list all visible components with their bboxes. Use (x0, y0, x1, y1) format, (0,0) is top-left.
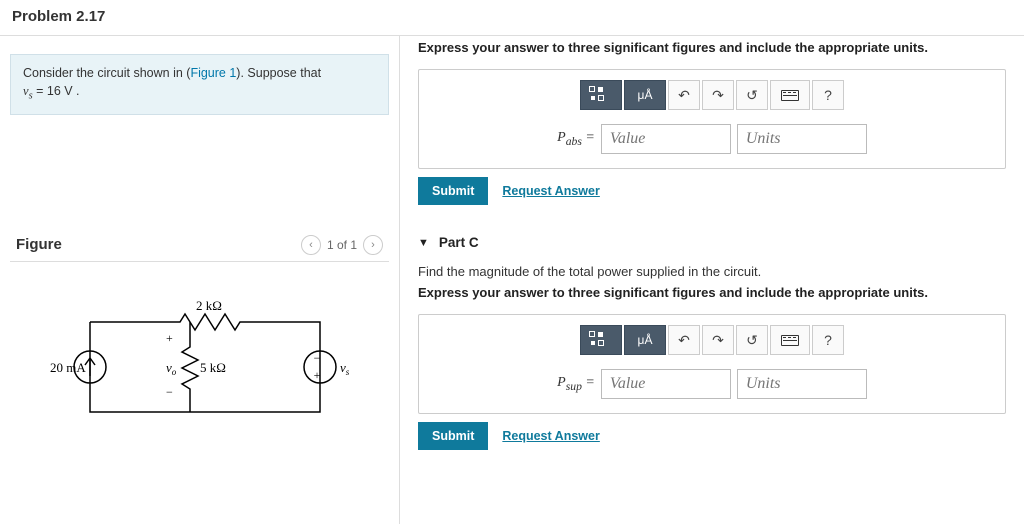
svg-text:2 kΩ: 2 kΩ (196, 298, 222, 313)
lhs-pabs: Pabs = (557, 130, 595, 148)
part-c-label: Part C (439, 235, 479, 250)
inputs-pabs: Pabs = (431, 124, 993, 154)
instruction-b: Express your answer to three significant… (418, 40, 1006, 55)
request-answer-pabs[interactable]: Request Answer (502, 184, 599, 198)
value-input-psup[interactable] (601, 369, 731, 399)
figure-prev-button[interactable]: ‹ (301, 235, 321, 255)
var-vs: vs (23, 84, 33, 98)
keyboard-button[interactable] (770, 80, 810, 110)
help-button[interactable]: ? (812, 80, 844, 110)
submit-button-psup[interactable]: Submit (418, 422, 488, 450)
svg-text:+: + (313, 368, 320, 382)
submit-button-pabs[interactable]: Submit (418, 177, 488, 205)
main: Consider the circuit shown in (Figure 1)… (0, 36, 1024, 524)
instruction-c: Express your answer to three significant… (418, 285, 1006, 300)
svg-text:−: − (166, 385, 173, 399)
help-button-c[interactable]: ? (812, 325, 844, 355)
figure-header: Figure ‹ 1 of 1 › (10, 235, 389, 262)
collapse-icon: ▼ (418, 237, 429, 249)
given-value: = 16 V . (33, 84, 80, 98)
units-picker-button[interactable]: μÅ (624, 80, 666, 110)
svg-text:vo: vo (166, 360, 177, 377)
circuit-svg: 20 mA 2 kΩ 5 kΩ + vo − − + vs (40, 292, 360, 442)
right-column: Express your answer to three significant… (400, 36, 1024, 524)
part-c-question: Find the magnitude of the total power su… (418, 264, 1006, 279)
templates-button-c[interactable] (580, 325, 622, 355)
undo-button[interactable]: ↶ (668, 80, 700, 110)
request-answer-psup[interactable]: Request Answer (502, 429, 599, 443)
svg-text:+: + (166, 331, 173, 345)
figure-next-button[interactable]: › (363, 235, 383, 255)
units-input-psup[interactable] (737, 369, 867, 399)
keyboard-button-c[interactable] (770, 325, 810, 355)
undo-button-c[interactable]: ↶ (668, 325, 700, 355)
toolbar-pabs: μÅ ↶ ↷ ↺ ? (431, 80, 993, 110)
templates-icon (589, 331, 613, 349)
svg-text:−: − (313, 351, 320, 365)
submit-row-pabs: Submit Request Answer (418, 177, 1006, 205)
units-picker-button-c[interactable]: μÅ (624, 325, 666, 355)
submit-row-psup: Submit Request Answer (418, 422, 1006, 450)
svg-text:20 mA: 20 mA (50, 360, 86, 375)
inputs-psup: Psup = (431, 369, 993, 399)
consider-suffix: ). Suppose that (236, 66, 321, 80)
part-c-header[interactable]: ▼ Part C (418, 235, 1006, 250)
answer-box-pabs: μÅ ↶ ↷ ↺ ? Pabs = (418, 69, 1006, 169)
keyboard-icon (781, 335, 799, 346)
lhs-psup: Psup = (557, 375, 595, 393)
figure-label: Figure (16, 236, 62, 253)
reset-button[interactable]: ↺ (736, 80, 768, 110)
svg-text:5 kΩ: 5 kΩ (200, 360, 226, 375)
reset-button-c[interactable]: ↺ (736, 325, 768, 355)
problem-title: Problem 2.17 (0, 0, 1024, 36)
templates-button[interactable] (580, 80, 622, 110)
problem-statement: Consider the circuit shown in (Figure 1)… (10, 54, 389, 115)
circuit-figure: 20 mA 2 kΩ 5 kΩ + vo − − + vs (10, 262, 389, 472)
units-input-pabs[interactable] (737, 124, 867, 154)
figure-pager: ‹ 1 of 1 › (301, 235, 383, 255)
svg-text:vs: vs (340, 360, 350, 377)
left-column: Consider the circuit shown in (Figure 1)… (0, 36, 400, 524)
consider-prefix: Consider the circuit shown in ( (23, 66, 190, 80)
figure-link[interactable]: Figure 1 (190, 66, 236, 80)
redo-button[interactable]: ↷ (702, 80, 734, 110)
figure-pager-text: 1 of 1 (327, 238, 357, 252)
value-input-pabs[interactable] (601, 124, 731, 154)
templates-icon (589, 86, 613, 104)
toolbar-psup: μÅ ↶ ↷ ↺ ? (431, 325, 993, 355)
redo-button-c[interactable]: ↷ (702, 325, 734, 355)
answer-box-psup: μÅ ↶ ↷ ↺ ? Psup = (418, 314, 1006, 414)
keyboard-icon (781, 90, 799, 101)
